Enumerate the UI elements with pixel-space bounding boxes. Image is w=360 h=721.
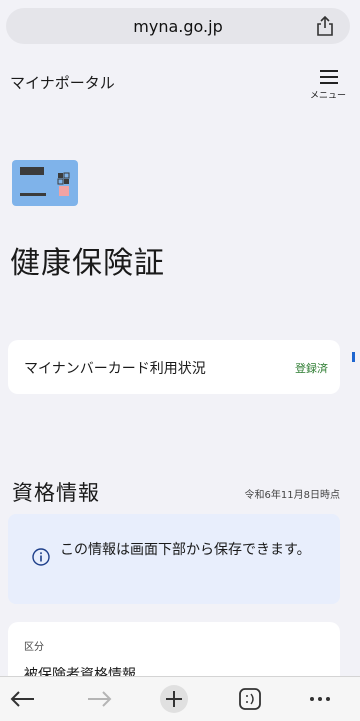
health-card-icon: [12, 160, 78, 206]
field-label: 区分: [24, 642, 44, 653]
card-usage-status[interactable]: マイナンバーカード利用状況 登録済: [8, 340, 340, 394]
page-title: 健康保険証: [10, 246, 165, 281]
site-header: マイナポータル メニュー: [0, 56, 360, 120]
more-icon[interactable]: [303, 683, 337, 715]
save-notice-text: この情報は画面下部から保存できます。: [60, 542, 311, 558]
info-icon: [32, 548, 50, 566]
hamburger-icon: [320, 70, 338, 84]
menu-label: メニュー: [309, 91, 346, 101]
menu-button[interactable]: メニュー: [308, 68, 348, 104]
site-title[interactable]: マイナポータル: [10, 72, 115, 93]
status-badge: 登録済: [295, 362, 328, 375]
as-of-date: 令和6年11月8日時点: [244, 490, 340, 501]
address-bar[interactable]: myna.go.jp: [6, 8, 350, 44]
section-title: 資格情報: [12, 481, 100, 505]
browser-address-area: myna.go.jp: [0, 0, 360, 56]
url-text[interactable]: myna.go.jp: [6, 17, 350, 36]
forward-arrow-icon[interactable]: [82, 683, 116, 715]
new-tab-plus-icon[interactable]: [157, 683, 191, 715]
browser-toolbar: [0, 676, 360, 721]
save-notice: この情報は画面下部から保存できます。: [8, 514, 340, 604]
share-icon[interactable]: [316, 16, 334, 36]
tabs-icon[interactable]: [233, 683, 267, 715]
card-usage-status-label: マイナンバーカード利用状況: [24, 361, 206, 377]
back-arrow-icon[interactable]: [6, 683, 40, 715]
scroll-indicator: [352, 352, 355, 362]
